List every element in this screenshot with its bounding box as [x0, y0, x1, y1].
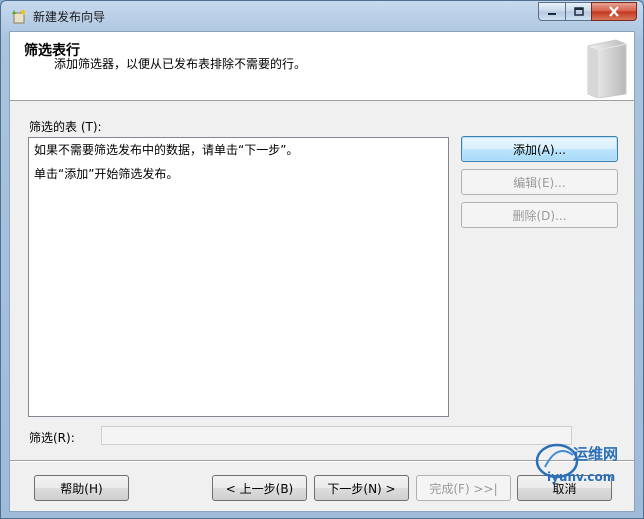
filtered-tables-list[interactable]: 如果不需要筛选发布中的数据，请单击“下一步”。 单击“添加”开始筛选发布。: [28, 137, 449, 417]
window-title: 新建发布向导: [33, 10, 106, 24]
wizard-window: 新建发布向导 筛选表行 添加筛选器，以便从已发布表排除不需要的行。 筛选的表 (…: [0, 0, 644, 519]
title-bar[interactable]: 新建发布向导: [1, 1, 643, 31]
finish-button[interactable]: 完成(F) >>|: [416, 475, 511, 501]
filter-statement-field[interactable]: [101, 426, 572, 445]
delete-filter-button[interactable]: 删除(D)...: [461, 202, 618, 228]
watermark-cn-text: 运维网: [573, 445, 618, 463]
wizard-header: 筛选表行 添加筛选器，以便从已发布表排除不需要的行。: [10, 32, 634, 101]
edit-filter-button[interactable]: 编辑(E)...: [461, 169, 618, 195]
filtered-tables-label: 筛选的表 (T):: [29, 120, 102, 134]
minimize-icon: [548, 12, 556, 15]
wizard-icon: [12, 9, 26, 24]
window-controls: [538, 2, 637, 21]
close-button[interactable]: [591, 2, 637, 21]
minimize-button[interactable]: [538, 2, 565, 21]
close-icon: [609, 6, 619, 17]
back-button[interactable]: < 上一步(B): [212, 475, 307, 501]
book-icon: [587, 39, 627, 98]
list-item: 单击“添加”开始筛选发布。: [34, 167, 179, 181]
page-subtitle: 添加筛选器，以便从已发布表排除不需要的行。: [54, 57, 307, 71]
maximize-icon: [573, 7, 584, 16]
filter-label: 筛选(R):: [29, 431, 75, 445]
watermark-logo: 运维网 iyunv.com: [535, 443, 618, 484]
list-item: 如果不需要筛选发布中的数据，请单击“下一步”。: [34, 143, 299, 157]
help-button[interactable]: 帮助(H): [34, 475, 129, 501]
add-filter-button[interactable]: 添加(A)...: [461, 136, 618, 162]
maximize-button[interactable]: [565, 2, 591, 21]
watermark-en-text: iyunv.com: [547, 470, 615, 484]
next-button[interactable]: 下一步(N) >: [314, 475, 409, 501]
